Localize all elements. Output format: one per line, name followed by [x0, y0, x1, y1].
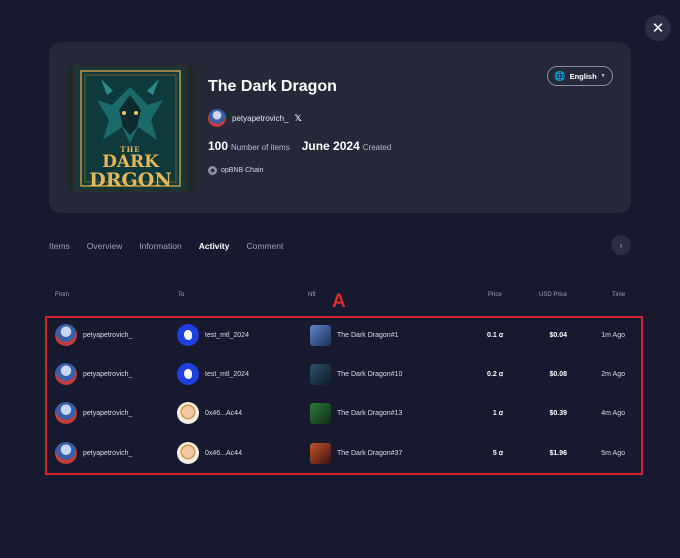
- collection-tabs: Items Overview Information Activity Comm…: [49, 241, 300, 251]
- from-avatar: [55, 402, 77, 424]
- created-date: June 2024: [301, 139, 360, 153]
- nft-name: The Dark Dragon#13: [337, 409, 403, 417]
- to-name: test_mtl_2024: [205, 331, 249, 339]
- to-name: 0x46...Ac44: [205, 449, 242, 457]
- nft-thumbnail: [310, 442, 331, 464]
- to-cell[interactable]: 0x46...Ac44: [177, 439, 297, 467]
- tab-comment[interactable]: Comment: [246, 241, 283, 251]
- annotation-label: A: [332, 291, 346, 312]
- tab-overview[interactable]: Overview: [87, 241, 122, 251]
- from-cell[interactable]: petyapetrovich_: [55, 439, 175, 467]
- header-from: From: [55, 292, 69, 298]
- header-price: Price: [488, 292, 502, 298]
- from-cell[interactable]: petyapetrovich_: [55, 399, 175, 427]
- usd-price-cell: $0.39: [549, 409, 567, 417]
- to-cell[interactable]: test_mtl_2024: [177, 321, 297, 349]
- creator-name[interactable]: petyapetrovich_: [232, 114, 288, 123]
- time-cell: 5m Ago: [601, 449, 625, 457]
- cover-title-dragon: DRGON: [89, 169, 172, 191]
- from-cell[interactable]: petyapetrovich_: [55, 360, 175, 388]
- tab-activity[interactable]: Activity: [199, 241, 230, 251]
- tab-items[interactable]: Items: [49, 241, 70, 251]
- creator-info: petyapetrovich_ 𝕏: [208, 109, 302, 127]
- created-label: Created: [362, 143, 392, 152]
- nft-cell[interactable]: The Dark Dragon#1: [310, 321, 470, 349]
- nft-cell[interactable]: The Dark Dragon#10: [310, 360, 470, 388]
- time-cell: 4m Ago: [601, 409, 625, 417]
- table-row[interactable]: petyapetrovich_ 0x46...Ac44 The Dark Dra…: [47, 439, 641, 467]
- table-row[interactable]: petyapetrovich_ test_mtl_2024 The Dark D…: [47, 321, 641, 349]
- usd-price-cell: $0.08: [549, 370, 567, 378]
- tabs-next-button[interactable]: ›: [611, 235, 631, 255]
- to-name: 0x46...Ac44: [205, 409, 242, 417]
- from-avatar: [55, 442, 77, 464]
- time-cell: 1m Ago: [601, 331, 625, 339]
- from-avatar: [55, 324, 77, 346]
- from-name: petyapetrovich_: [83, 370, 133, 378]
- price-cell: 0.2 ꭤ: [487, 370, 503, 378]
- header-time: Time: [612, 292, 626, 298]
- nft-thumbnail: [310, 324, 331, 346]
- items-label: Number of items: [231, 143, 290, 152]
- globe-icon: 🌐: [554, 70, 566, 81]
- from-name: petyapetrovich_: [83, 331, 133, 339]
- usd-price-cell: $1.96: [549, 449, 567, 457]
- time-cell: 2m Ago: [601, 370, 625, 378]
- price-cell: 0.1 ꭤ: [487, 331, 503, 339]
- table-row[interactable]: petyapetrovich_ test_mtl_2024 The Dark D…: [47, 360, 641, 388]
- nft-name: The Dark Dragon#1: [337, 331, 399, 339]
- to-cell[interactable]: test_mtl_2024: [177, 360, 297, 388]
- to-avatar: [177, 402, 199, 424]
- to-name: test_mtl_2024: [205, 370, 249, 378]
- nft-name: The Dark Dragon#10: [337, 370, 403, 378]
- table-row[interactable]: petyapetrovich_ 0x46...Ac44 The Dark Dra…: [47, 399, 641, 427]
- items-count: 100: [208, 139, 229, 153]
- chain-icon: ◆: [208, 166, 217, 175]
- language-selector[interactable]: 🌐 English ▼: [547, 66, 613, 86]
- chain-badge: ◆ opBNB Chain: [208, 166, 263, 175]
- chain-label: opBNB Chain: [221, 167, 264, 174]
- language-label: English: [569, 71, 597, 81]
- header-usd-price: USD Price: [539, 292, 568, 298]
- to-avatar: [177, 324, 199, 346]
- nft-cell[interactable]: The Dark Dragon#13: [310, 399, 470, 427]
- from-name: petyapetrovich_: [83, 449, 133, 457]
- collection-stats: 100 Number of items June 2024 Created: [208, 139, 391, 153]
- nft-name: The Dark Dragon#37: [337, 449, 403, 457]
- header-to: To: [178, 292, 185, 298]
- collection-card: THE DARK DRGON The Dark Dragon 🌐 English…: [49, 42, 631, 213]
- to-avatar: [177, 363, 199, 385]
- header-nft: Nft: [308, 292, 316, 298]
- from-cell[interactable]: petyapetrovich_: [55, 321, 175, 349]
- x-twitter-icon[interactable]: 𝕏: [294, 113, 301, 124]
- nft-thumbnail: [310, 363, 331, 385]
- usd-price-cell: $0.04: [549, 331, 567, 339]
- chevron-down-icon: ▼: [600, 73, 606, 79]
- price-cell: 1 ꭤ: [492, 409, 503, 417]
- from-avatar: [55, 363, 77, 385]
- collection-cover-image: THE DARK DRGON: [67, 65, 194, 192]
- close-button[interactable]: ✕: [645, 15, 671, 41]
- to-cell[interactable]: 0x46...Ac44: [177, 399, 297, 427]
- creator-avatar[interactable]: [208, 109, 226, 127]
- nft-cell[interactable]: The Dark Dragon#37: [310, 439, 470, 467]
- tab-information[interactable]: Information: [139, 241, 182, 251]
- to-avatar: [177, 442, 199, 464]
- from-name: petyapetrovich_: [83, 409, 133, 417]
- price-cell: 5 ꭤ: [492, 449, 503, 457]
- collection-title: The Dark Dragon: [208, 78, 337, 95]
- nft-thumbnail: [310, 402, 331, 424]
